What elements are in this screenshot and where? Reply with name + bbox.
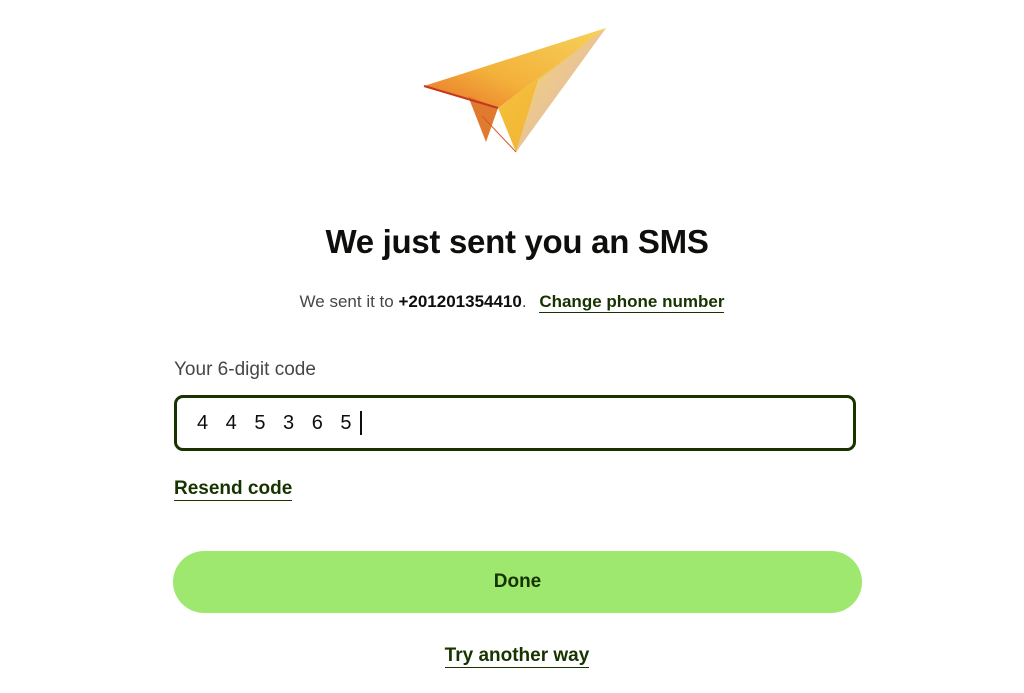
try-another-way-container: Try another way xyxy=(0,643,1024,669)
text-caret xyxy=(359,411,362,435)
resend-code-container: Resend code xyxy=(174,476,293,502)
change-phone-number-link[interactable]: Change phone number xyxy=(539,292,725,313)
code-input[interactable]: 4 4 5 3 6 5 xyxy=(174,395,856,451)
done-button[interactable]: Done xyxy=(173,551,862,613)
sms-sent-message: We sent it to +201201354410. Change phon… xyxy=(0,290,1024,314)
sent-to-suffix: . xyxy=(521,292,527,311)
paper-plane-icon xyxy=(423,28,606,153)
resend-code-link[interactable]: Resend code xyxy=(174,478,293,501)
phone-number: +201201354410 xyxy=(398,292,522,311)
code-field-label: Your 6-digit code xyxy=(174,359,316,380)
sent-to-text: We sent it to xyxy=(299,292,399,311)
page-title: We just sent you an SMS xyxy=(325,223,709,260)
try-another-way-link[interactable]: Try another way xyxy=(444,645,590,668)
code-input-value: 4 4 5 3 6 5 xyxy=(197,411,358,434)
